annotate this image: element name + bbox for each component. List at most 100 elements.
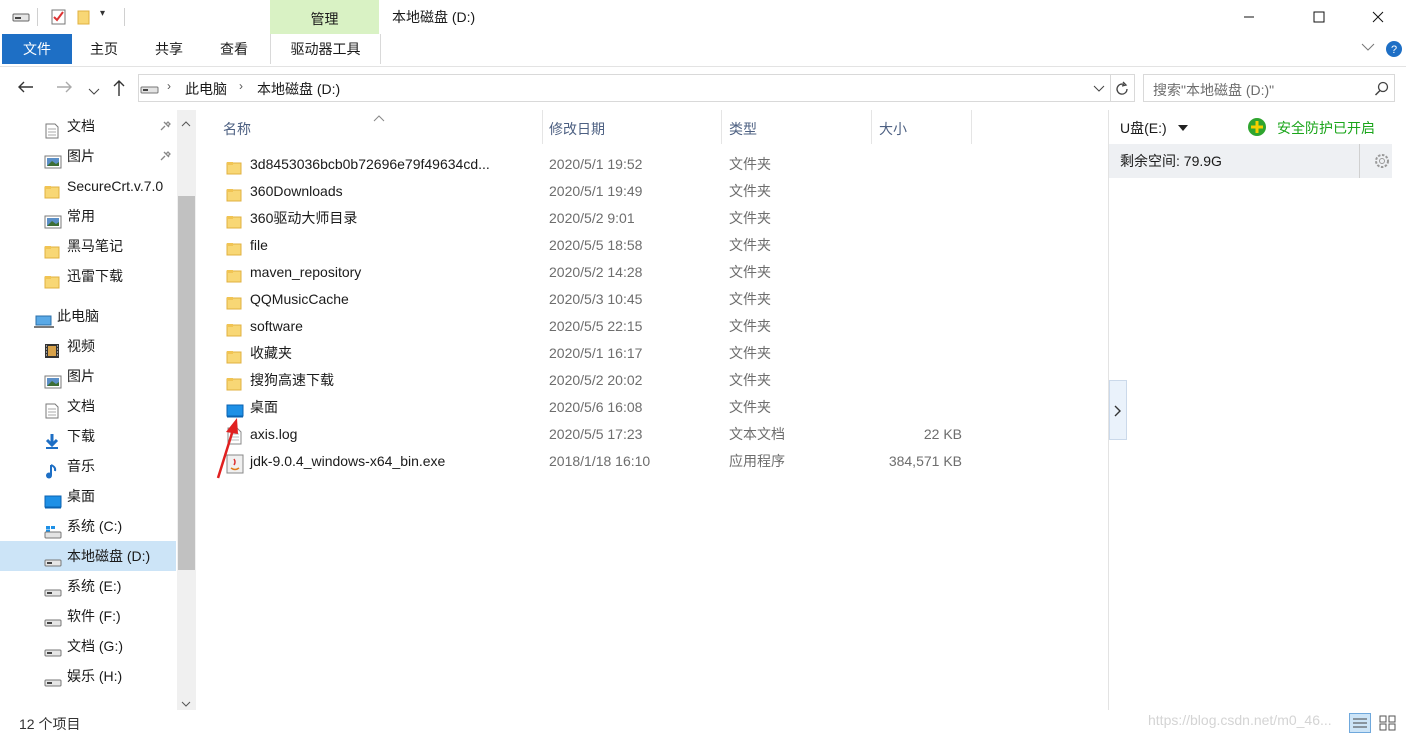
file-date: 2020/5/6 16:08 — [549, 399, 643, 415]
new-folder-icon[interactable] — [76, 9, 92, 25]
search-box[interactable]: 搜索"本地磁盘 (D:)" — [1143, 74, 1395, 102]
minimize-button[interactable] — [1226, 0, 1272, 34]
search-icon[interactable] — [1374, 81, 1390, 97]
breadcrumb-drive-d[interactable]: 本地磁盘 (D:) — [257, 79, 340, 99]
details-view-icon[interactable] — [1349, 713, 1371, 733]
file-name: axis.log — [250, 426, 298, 442]
nav-item-quick-2[interactable]: SecureCrt.v.7.0 — [0, 171, 176, 201]
up-icon[interactable] — [112, 79, 126, 100]
pin-icon[interactable] — [158, 141, 172, 171]
scroll-down-icon[interactable] — [181, 694, 191, 710]
tab-home[interactable]: 主页 — [80, 34, 128, 64]
tab-view[interactable]: 查看 — [210, 34, 258, 64]
file-type: 文件夹 — [729, 291, 771, 307]
nav-item-label: 图片 — [67, 368, 95, 384]
file-row[interactable]: 360驱动大师目录 2020/5/2 9:01 文件夹 — [215, 205, 973, 232]
scroll-up-icon[interactable] — [181, 114, 191, 130]
nav-item-label: 软件 (F:) — [67, 608, 121, 624]
document-icon — [44, 399, 60, 419]
maximize-button[interactable] — [1296, 0, 1342, 34]
nav-item-label: 系统 (C:) — [67, 518, 123, 534]
file-row[interactable]: axis.log 2020/5/5 17:23 文本文档 22 KB — [215, 421, 973, 448]
file-row[interactable]: maven_repository 2020/5/2 14:28 文件夹 — [215, 259, 973, 286]
nav-item-label: 文档 (G:) — [67, 638, 123, 654]
nav-item-pc-10[interactable]: 文档 (G:) — [0, 631, 176, 661]
file-row[interactable]: file 2020/5/5 18:58 文件夹 — [215, 232, 973, 259]
column-header-date[interactable]: 修改日期 — [549, 112, 605, 146]
file-row[interactable]: 搜狗高速下载 2020/5/2 20:02 文件夹 — [215, 367, 973, 394]
nav-item-quick-5[interactable]: 迅雷下载 — [0, 261, 176, 291]
back-icon[interactable] — [17, 80, 35, 97]
file-row[interactable]: 3d8453036bcb0b72696e79f49634cd... 2020/5/… — [215, 151, 973, 178]
file-row[interactable]: software 2020/5/5 22:15 文件夹 — [215, 313, 973, 340]
nav-scrollbar-thumb[interactable] — [178, 196, 195, 570]
usb-drive-label[interactable]: U盘(E:) — [1120, 118, 1167, 138]
nav-item-quick-1[interactable]: 图片 — [0, 141, 176, 171]
file-size: 384,571 KB — [888, 453, 962, 469]
tab-drive-tools[interactable]: 驱动器工具 — [270, 34, 381, 64]
protection-status[interactable]: 安全防护已开启 — [1277, 118, 1375, 138]
file-row[interactable]: QQMusicCache 2020/5/3 10:45 文件夹 — [215, 286, 973, 313]
file-row[interactable]: 360Downloads 2020/5/1 19:49 文件夹 — [215, 178, 973, 205]
column-header-size[interactable]: 大小 — [879, 112, 907, 146]
drive-dropdown-icon[interactable] — [1177, 124, 1189, 132]
properties-icon[interactable] — [51, 9, 67, 25]
context-group-label: 管理 — [310, 11, 339, 27]
refresh-button[interactable] — [1110, 74, 1135, 102]
address-bar[interactable]: › 此电脑 › 本地磁盘 (D:) — [138, 74, 1111, 102]
nav-item-label: 文档 — [67, 398, 95, 414]
file-row[interactable]: 收藏夹 2020/5/1 16:17 文件夹 — [215, 340, 973, 367]
nav-item-pc-6[interactable]: 系统 (C:) — [0, 511, 176, 541]
breadcrumb-chevron-icon: › — [167, 79, 171, 93]
nav-item-quick-3[interactable]: 常用 — [0, 201, 176, 231]
nav-item-this-pc[interactable]: 此电脑 — [0, 301, 176, 331]
column-header-type[interactable]: 类型 — [729, 112, 757, 146]
svg-text:?: ? — [1391, 44, 1397, 56]
nav-item-pc-2[interactable]: 文档 — [0, 391, 176, 421]
address-dropdown-icon[interactable] — [1093, 85, 1105, 93]
nav-item-pc-7[interactable]: 本地磁盘 (D:) — [0, 541, 176, 571]
ribbon-expand-icon[interactable] — [1361, 40, 1375, 55]
qat-dropdown-icon[interactable]: ▾ — [100, 8, 116, 22]
panel-collapse-button[interactable] — [1109, 380, 1127, 440]
file-name: 桌面 — [250, 399, 278, 415]
file-row[interactable]: 桌面 2020/5/6 16:08 文件夹 — [215, 394, 973, 421]
help-icon[interactable]: ? — [1385, 40, 1403, 61]
nav-item-quick-0[interactable]: 文档 — [0, 111, 176, 141]
forward-icon[interactable] — [55, 80, 73, 97]
close-button[interactable] — [1355, 0, 1401, 34]
search-input[interactable]: 搜索"本地磁盘 (D:)" — [1153, 80, 1274, 100]
item-count: 12 个项目 — [19, 716, 81, 732]
nav-item-pc-9[interactable]: 软件 (F:) — [0, 601, 176, 631]
recent-locations-icon[interactable] — [88, 83, 100, 99]
folder-icon — [226, 157, 242, 175]
large-icons-view-icon[interactable] — [1377, 713, 1399, 733]
nav-item-pc-5[interactable]: 桌面 — [0, 481, 176, 511]
nav-item-pc-8[interactable]: 系统 (E:) — [0, 571, 176, 601]
nav-item-label: 迅雷下载 — [67, 268, 123, 284]
nav-item-pc-3[interactable]: 下载 — [0, 421, 176, 451]
file-date: 2018/1/18 16:10 — [549, 453, 651, 469]
file-name: maven_repository — [250, 264, 362, 280]
nav-item-pc-4[interactable]: 音乐 — [0, 451, 176, 481]
file-row[interactable]: jdk-9.0.4_windows-x64_bin.exe 2018/1/18 1… — [215, 448, 973, 475]
nav-item-label: 图片 — [67, 148, 95, 164]
pictures-icon — [44, 149, 62, 169]
gear-icon[interactable] — [1373, 152, 1391, 170]
pin-icon[interactable] — [158, 111, 172, 141]
nav-item-pc-1[interactable]: 图片 — [0, 361, 176, 391]
tab-share[interactable]: 共享 — [145, 34, 193, 64]
breadcrumb-this-pc[interactable]: 此电脑 — [185, 79, 227, 99]
nav-item-label: 娱乐 (H:) — [67, 668, 123, 684]
file-name: 3d8453036bcb0b72696e79f49634cd... — [250, 156, 490, 172]
nav-item-quick-4[interactable]: 黑马笔记 — [0, 231, 176, 261]
file-type: 文件夹 — [729, 372, 771, 388]
nav-item-pc-0[interactable]: 视频 — [0, 331, 176, 361]
nav-item-pc-11[interactable]: 娱乐 (H:) — [0, 661, 176, 691]
tab-file[interactable]: 文件 — [2, 34, 72, 64]
download-icon — [44, 429, 60, 449]
column-header-name[interactable]: 名称 — [223, 112, 251, 146]
folder-icon — [44, 179, 60, 199]
annotation-arrow — [216, 418, 238, 479]
desktop-icon — [44, 489, 62, 509]
